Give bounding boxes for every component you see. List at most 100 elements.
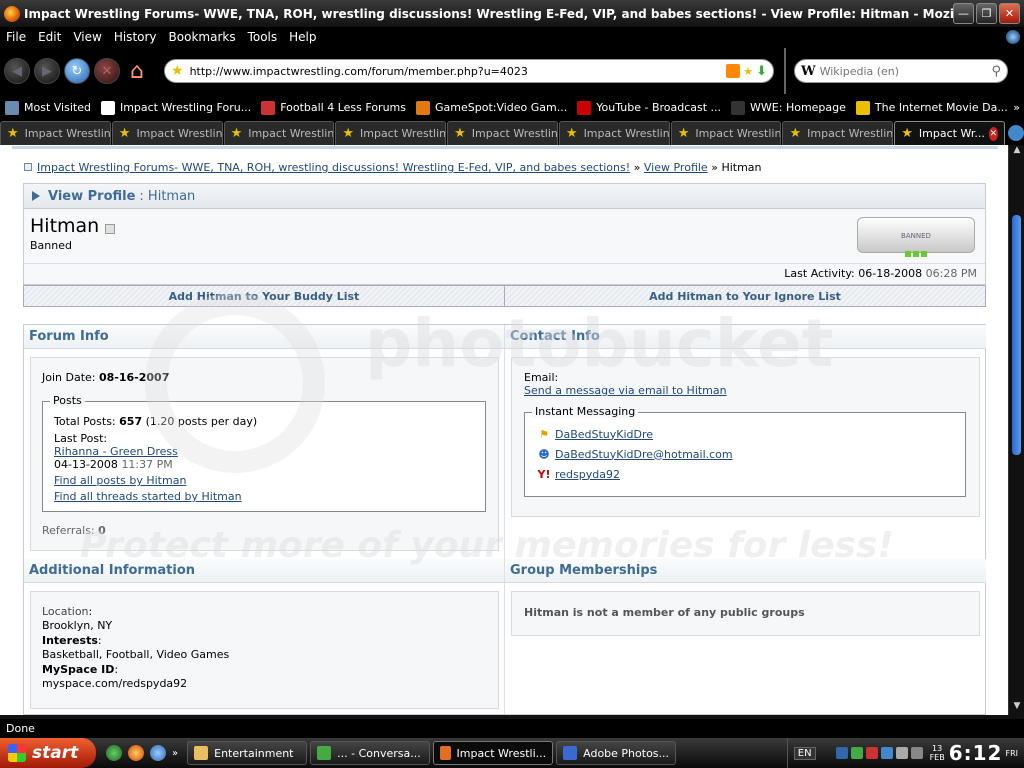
- scroll-up-button[interactable]: ▲: [1009, 145, 1024, 159]
- send-email-link[interactable]: Send a message via email to Hitman: [524, 384, 727, 397]
- menu-bookmarks[interactable]: Bookmarks: [163, 30, 242, 44]
- bookmark-item[interactable]: GameSpot:Video Gam...: [411, 100, 572, 115]
- start-button[interactable]: start: [0, 738, 96, 768]
- firefox-icon[interactable]: [128, 745, 144, 761]
- rss-feed-icon[interactable]: [726, 64, 741, 78]
- internet-explorer-icon[interactable]: [150, 745, 166, 761]
- tab-active[interactable]: ★ Impact Wr... ✕: [894, 121, 1006, 145]
- add-buddy-link[interactable]: Add Hitman to Your Buddy List: [24, 286, 505, 306]
- restore-button[interactable]: ❐: [976, 3, 997, 24]
- messenger-icon[interactable]: [106, 745, 122, 761]
- yahoo-icon[interactable]: Y!: [537, 466, 551, 482]
- close-tab-icon[interactable]: ✕: [988, 126, 999, 141]
- football-icon: [261, 100, 276, 115]
- breadcrumb-view-profile-link[interactable]: View Profile: [644, 161, 708, 174]
- tab[interactable]: ★Impact Wrestlin...: [335, 121, 447, 145]
- system-tray: EN 13 FEB 6:12 FRI: [786, 738, 1024, 768]
- profile-summary: Hitman Banned BANNED Last Activity: 06-1…: [23, 209, 986, 285]
- menu-help[interactable]: Help: [283, 30, 322, 44]
- taskbar-window-button[interactable]: Entertainment: [187, 741, 308, 765]
- clock-time[interactable]: 6:12: [949, 741, 1003, 765]
- bookmarks-overflow-icon[interactable]: »: [1013, 101, 1024, 114]
- bookmarks-folder-icon: [5, 100, 19, 115]
- last-post-link[interactable]: Rihanna - Green Dress: [54, 445, 178, 458]
- im-row: ⚑ DaBedStuyKidDre: [537, 426, 653, 442]
- network-icon[interactable]: [835, 747, 848, 759]
- breadcrumb-icon: [24, 163, 32, 171]
- youtube-icon: [577, 100, 592, 115]
- bookmark-star-icon[interactable]: ★: [743, 65, 753, 78]
- posts-fieldset: Posts Total Posts: 657 (1.20 posts per d…: [42, 394, 486, 512]
- navigation-toolbar: ◀ ▶ ↻ ✕ ⌂ ★ http://www.impactwrestling.c…: [0, 46, 1024, 96]
- scrollbar-thumb[interactable]: [1012, 215, 1021, 455]
- username: Hitman: [30, 215, 100, 237]
- aim-icon[interactable]: ⚑: [537, 426, 551, 442]
- msn-icon[interactable]: ☻: [537, 446, 551, 462]
- find-all-posts-link[interactable]: Find all posts by Hitman: [54, 474, 186, 487]
- taskbar-window-button[interactable]: ... - Conversa...: [310, 741, 431, 765]
- reload-button[interactable]: ↻: [64, 58, 90, 84]
- vertical-scrollbar[interactable]: ▲ ▼: [1008, 145, 1024, 715]
- bookmark-item[interactable]: The Internet Movie Da...: [851, 100, 1013, 115]
- tab[interactable]: ★Impact Wrestlin...: [782, 121, 894, 145]
- throbber-icon: [1006, 29, 1020, 44]
- additional-info-heading: Additional Information: [24, 559, 504, 583]
- bookmark-item[interactable]: Football 4 Less Forums: [256, 100, 411, 115]
- back-button[interactable]: ◀: [4, 58, 30, 84]
- display-icon[interactable]: [910, 747, 923, 759]
- menu-file[interactable]: File: [0, 30, 32, 44]
- close-window-button[interactable]: ✕: [999, 3, 1020, 24]
- aim-handle-link[interactable]: DaBedStuyKidDre: [555, 428, 653, 441]
- bookmark-item[interactable]: YouTube - Broadcast ...: [572, 100, 726, 115]
- taskbar-window-button[interactable]: Adobe Photos...: [556, 741, 677, 765]
- imdb-icon: [855, 100, 870, 115]
- tab[interactable]: ★Impact Wrestlin...: [111, 121, 223, 145]
- home-button[interactable]: ⌂: [124, 58, 150, 84]
- menu-history[interactable]: History: [108, 30, 163, 44]
- msn-handle-link[interactable]: DaBedStuyKidDre@hotmail.com: [555, 448, 733, 461]
- messenger-tray-icon[interactable]: [850, 747, 863, 759]
- url-text[interactable]: http://www.impactwrestling.com/forum/mem…: [190, 65, 723, 78]
- volume-icon[interactable]: [895, 747, 908, 759]
- list-all-tabs-icon[interactable]: [1008, 125, 1024, 141]
- bluetooth-icon[interactable]: [880, 747, 893, 759]
- antivirus-icon[interactable]: [865, 747, 878, 759]
- url-bar[interactable]: ★ http://www.impactwrestling.com/forum/m…: [164, 59, 774, 83]
- tab-strip: ★Impact Wrestlin...★Impact Wrestlin...★I…: [0, 119, 1024, 145]
- minimize-button[interactable]: —: [953, 3, 974, 24]
- bookmark-item[interactable]: Impact Wrestling Foru...: [96, 100, 256, 115]
- menu-view[interactable]: View: [67, 30, 107, 44]
- tab[interactable]: ★Impact Wrestlin...: [223, 121, 335, 145]
- stop-button[interactable]: ✕: [94, 58, 120, 84]
- wikipedia-engine-icon[interactable]: W: [801, 64, 816, 79]
- site-identity-icon[interactable]: ★: [171, 63, 184, 79]
- referral-count: 0: [98, 524, 106, 537]
- tab[interactable]: ★Impact Wrestlin...: [558, 121, 670, 145]
- taskbar-window-button[interactable]: Impact Wrestli...: [433, 741, 554, 765]
- scroll-down-button[interactable]: ▼: [1009, 701, 1024, 715]
- search-icon[interactable]: ⚲: [991, 64, 1001, 79]
- myspace-value: myspace.com/redspyda92: [42, 677, 188, 690]
- find-all-threads-link[interactable]: Find all threads started by Hitman: [54, 490, 242, 503]
- search-input[interactable]: [819, 64, 992, 78]
- menu-edit[interactable]: Edit: [32, 30, 67, 44]
- bookmark-item[interactable]: Most Visited: [0, 100, 96, 115]
- quick-launch: »: [106, 745, 184, 761]
- menu-tools[interactable]: Tools: [242, 30, 284, 44]
- tab[interactable]: ★Impact Wrestlin...: [447, 121, 558, 145]
- tab[interactable]: ★Impact Wrestlin...: [670, 121, 782, 145]
- language-indicator[interactable]: EN: [793, 746, 816, 760]
- last-activity-time: 06:28 PM: [925, 267, 977, 280]
- collapse-triangle-icon[interactable]: [32, 191, 40, 201]
- tab[interactable]: ★Impact Wrestlin...: [0, 121, 111, 145]
- window-titlebar[interactable]: Impact Wrestling Forums- WWE, TNA, ROH, …: [0, 0, 1024, 27]
- yahoo-handle-link[interactable]: redspyda92: [555, 468, 620, 481]
- search-bar[interactable]: W ⚲: [794, 59, 1008, 83]
- breadcrumb-forum-link[interactable]: Impact Wrestling Forums- WWE, TNA, ROH, …: [37, 161, 630, 174]
- add-ignore-link[interactable]: Add Hitman to Your Ignore List: [505, 286, 985, 306]
- tab-favicon-icon: ★: [789, 126, 802, 141]
- quick-launch-more-icon[interactable]: »: [172, 748, 178, 759]
- forward-button[interactable]: ▶: [34, 58, 60, 84]
- go-arrow-icon[interactable]: ⬇: [756, 64, 767, 79]
- bookmark-item[interactable]: WWE: Homepage: [726, 100, 851, 115]
